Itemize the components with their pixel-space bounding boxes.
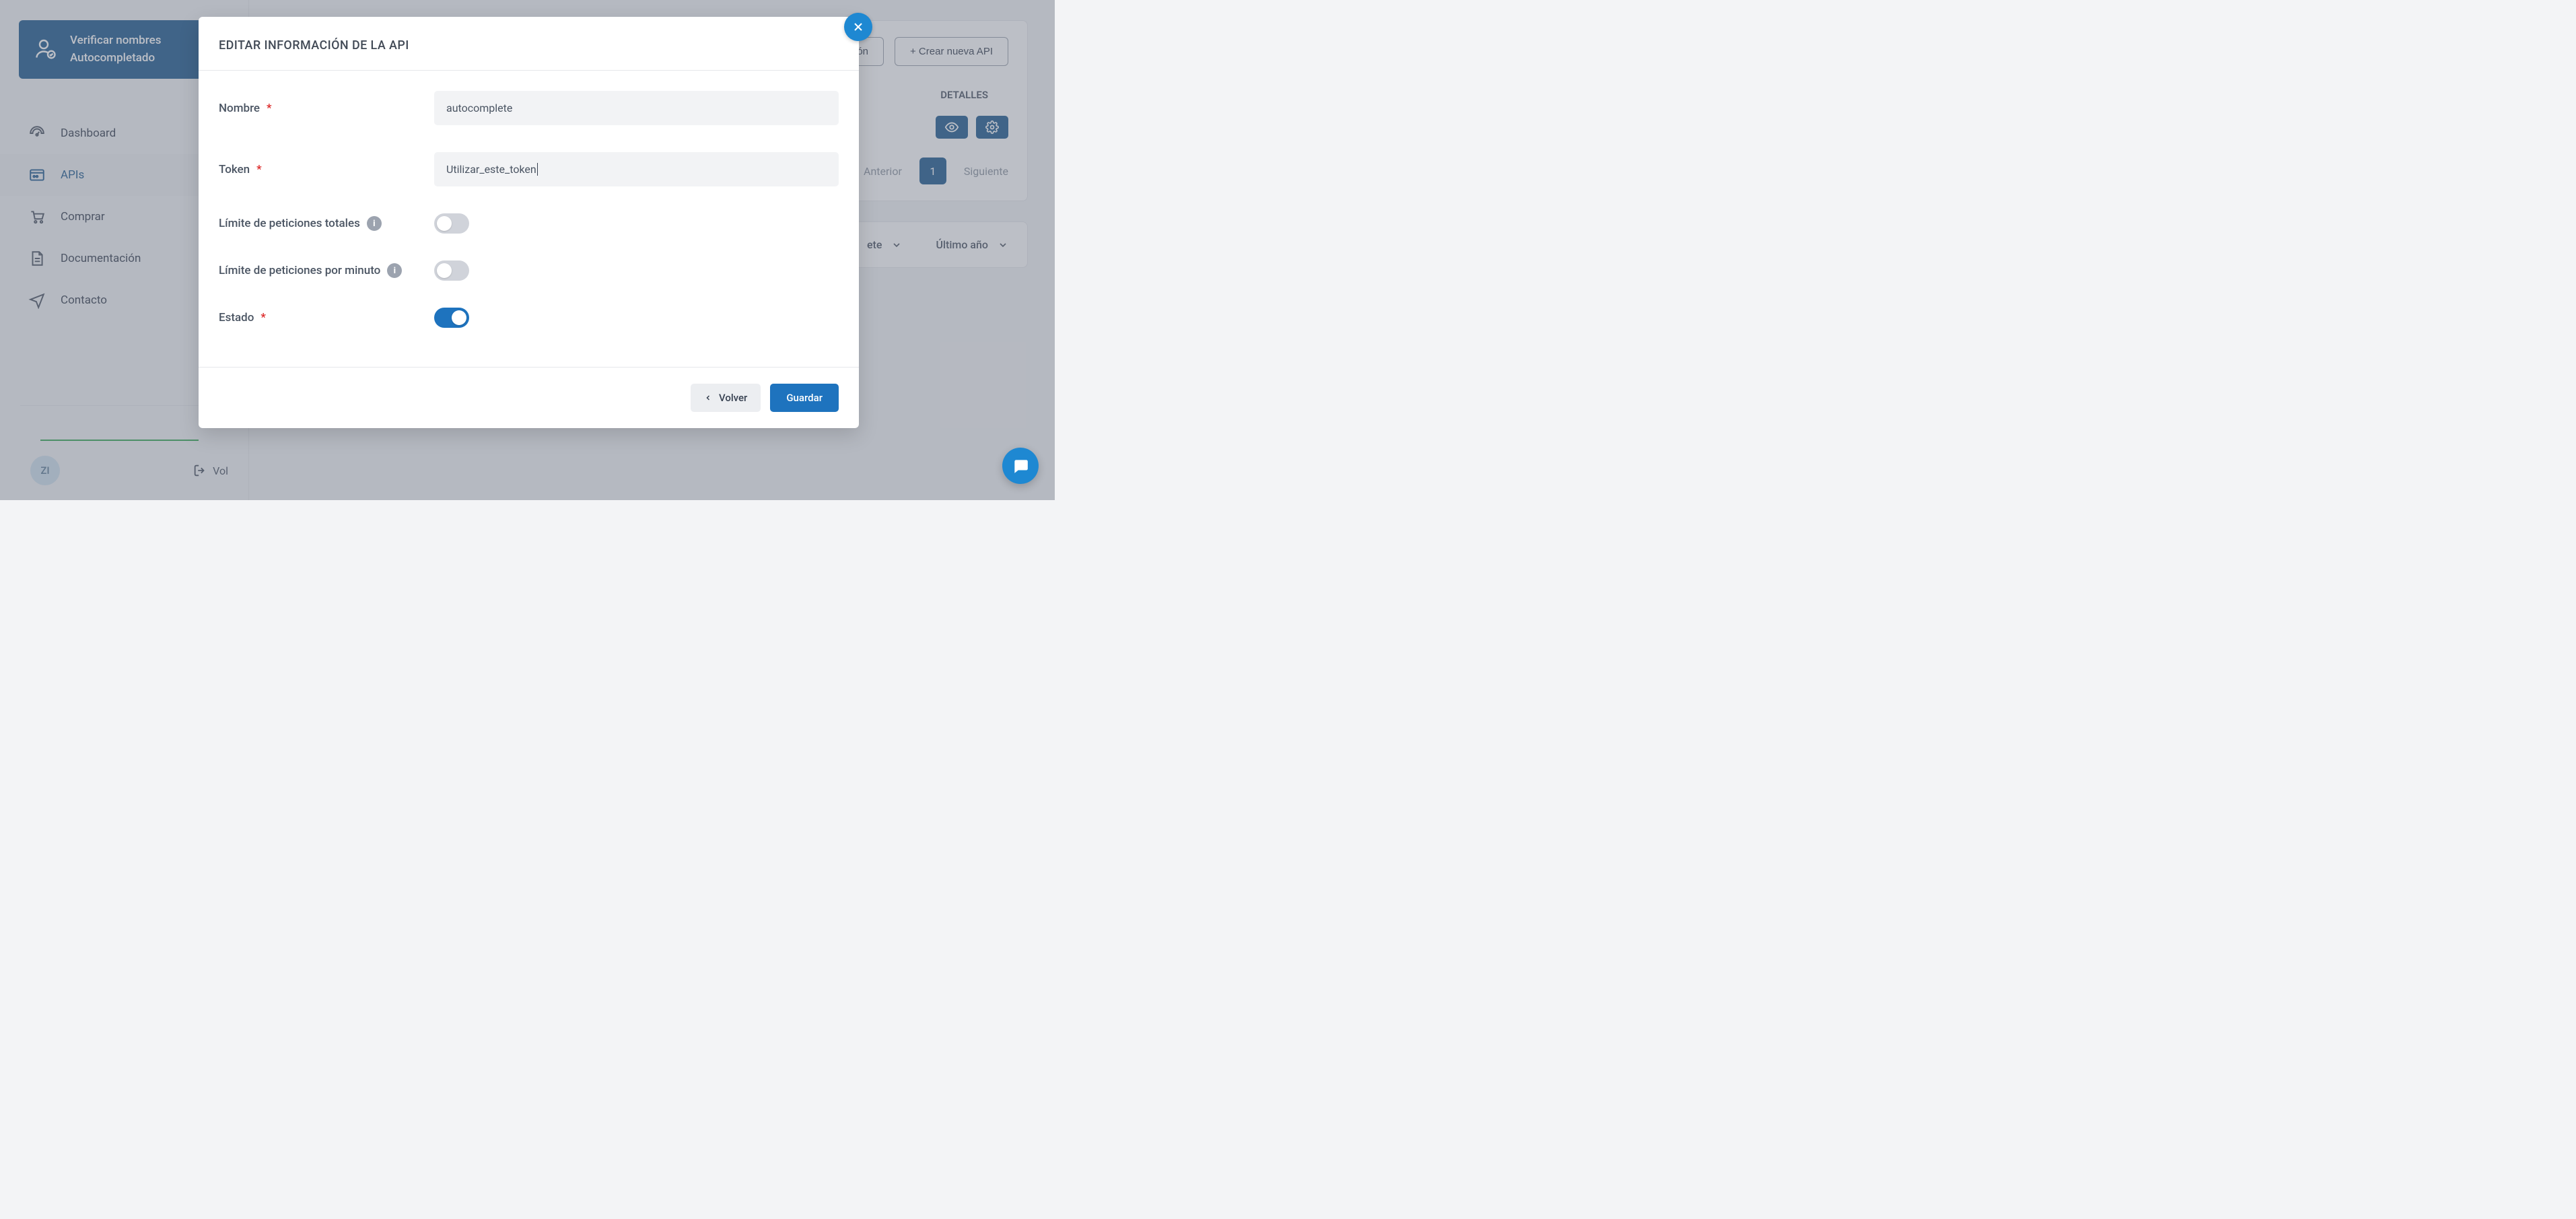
modal-footer: Volver Guardar <box>199 367 859 428</box>
limit-total-toggle[interactable] <box>434 213 469 234</box>
chevron-left-icon <box>704 394 712 402</box>
limit-minute-label: Límite de peticiones por minuto i <box>219 263 434 278</box>
info-icon[interactable]: i <box>367 216 382 231</box>
modal-close-button[interactable] <box>844 13 872 41</box>
close-icon <box>851 20 865 34</box>
modal-header: EDITAR INFORMACIÓN DE LA API <box>199 17 859 71</box>
chat-widget-button[interactable] <box>1002 448 1039 484</box>
field-token: Token * Utilizar_este_token <box>219 152 839 186</box>
field-status: Estado * <box>219 308 839 328</box>
limit-minute-toggle[interactable] <box>434 260 469 281</box>
field-limit-total: Límite de peticiones totales i <box>219 213 839 234</box>
name-input[interactable] <box>434 91 839 125</box>
modal-body: Nombre * Token * Utilizar_este_token Lím… <box>199 71 859 367</box>
modal-title: EDITAR INFORMACIÓN DE LA API <box>219 38 839 53</box>
save-button[interactable]: Guardar <box>770 384 839 412</box>
edit-api-modal: EDITAR INFORMACIÓN DE LA API Nombre * To… <box>199 17 859 428</box>
limit-total-label: Límite de peticiones totales i <box>219 216 434 231</box>
field-limit-minute: Límite de peticiones por minuto i <box>219 260 839 281</box>
chat-icon <box>1012 457 1029 475</box>
token-input[interactable]: Utilizar_este_token <box>434 152 839 186</box>
name-label: Nombre * <box>219 102 434 115</box>
back-button[interactable]: Volver <box>691 384 761 412</box>
status-label: Estado * <box>219 311 434 324</box>
token-label: Token * <box>219 163 434 176</box>
field-name: Nombre * <box>219 91 839 125</box>
status-toggle[interactable] <box>434 308 469 328</box>
info-icon[interactable]: i <box>387 263 402 278</box>
